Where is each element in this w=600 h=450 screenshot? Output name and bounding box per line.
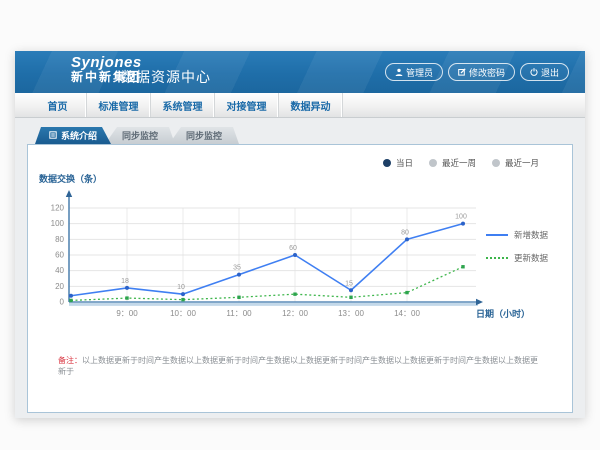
radio-today[interactable]: 当日	[383, 157, 413, 169]
nav-item-data-changes[interactable]: 数据异动	[279, 93, 343, 117]
document-icon	[49, 131, 57, 141]
content-area: 系统介绍 同步监控 同步监控 当日 最近一周	[15, 118, 585, 418]
data-point-label: 100	[455, 214, 467, 221]
data-point-label: 10	[177, 284, 185, 291]
legend-new-data[interactable]: 新增数据	[486, 229, 548, 241]
x-axis-arrow-icon	[476, 299, 483, 305]
update-data-line	[71, 267, 463, 301]
x-tick-label: 14：00	[394, 309, 420, 318]
tab-sync-monitor-2[interactable]: 同步监控	[169, 127, 239, 144]
y-tick-label: 40	[55, 266, 64, 275]
x-tick-label: 9：00	[116, 309, 138, 318]
y-tick-label: 100	[51, 219, 65, 228]
data-point-marker	[349, 288, 353, 292]
app-header: Synjones 新中新集团 数据资源中心 管理员 修改密码	[15, 51, 585, 93]
change-password-label: 修改密码	[469, 66, 505, 79]
data-point-marker	[69, 299, 72, 302]
footnote: 备注：以上数据更新于时间产生数据以上数据更新于时间产生数据以上数据更新于时间产生…	[28, 355, 572, 377]
data-point-marker	[125, 286, 129, 290]
data-point-marker	[181, 298, 184, 301]
y-tick-label: 120	[51, 204, 65, 213]
radio-last-month-label: 最近一月	[505, 157, 539, 169]
data-point-marker	[237, 273, 241, 277]
user-area: 管理员 修改密码 退出	[385, 63, 569, 81]
solid-line-icon	[486, 234, 508, 236]
radio-last-week-label: 最近一周	[442, 157, 476, 169]
data-point-label: 15	[345, 280, 353, 287]
radio-today-label: 当日	[396, 157, 413, 169]
nav-item-standard-mgmt[interactable]: 标准管理	[87, 93, 151, 117]
data-point-marker	[461, 222, 465, 226]
tab-sync-monitor-1[interactable]: 同步监控	[105, 127, 175, 144]
data-point-marker	[405, 237, 409, 241]
page: Synjones 新中新集团 数据资源中心 管理员 修改密码	[0, 0, 600, 450]
admin-user-button[interactable]: 管理员	[385, 63, 443, 81]
y-tick-label: 0	[60, 298, 65, 307]
y-axis-arrow-icon	[66, 190, 72, 197]
power-icon	[530, 68, 538, 76]
main-nav: 首页 标准管理 系统管理 对接管理 数据异动	[15, 93, 585, 118]
admin-user-label: 管理员	[406, 66, 433, 79]
x-axis-title: 日期（小时）	[476, 308, 530, 319]
x-tick-label: 11：00	[226, 309, 252, 318]
page-title: 数据资源中心	[121, 67, 211, 87]
data-point-label: 80	[401, 229, 409, 236]
data-point-label: 18	[121, 278, 129, 285]
logout-label: 退出	[541, 66, 559, 79]
x-tick-label: 10：00	[170, 309, 196, 318]
legend-update-data-label: 更新数据	[514, 252, 548, 264]
data-point-marker	[69, 294, 73, 298]
tab-system-intro[interactable]: 系统介绍	[35, 127, 111, 144]
dotted-line-icon	[486, 257, 508, 259]
y-axis-title: 数据交换（条）	[39, 172, 102, 185]
logout-button[interactable]: 退出	[520, 63, 569, 81]
data-point-marker	[461, 265, 464, 268]
nav-item-home[interactable]: 首页	[29, 93, 87, 117]
tab-sync-monitor-2-label: 同步监控	[186, 129, 222, 142]
data-point-marker	[125, 296, 128, 299]
footnote-text: 以上数据更新于时间产生数据以上数据更新于时间产生数据以上数据更新于时间产生数据以…	[58, 356, 538, 376]
edit-icon	[458, 68, 466, 76]
data-point-marker	[349, 296, 352, 299]
data-point-label: 60	[289, 245, 297, 252]
tab-system-intro-label: 系统介绍	[61, 129, 97, 142]
nav-item-interface-mgmt[interactable]: 对接管理	[215, 93, 279, 117]
radio-dot-icon	[383, 159, 391, 167]
change-password-button[interactable]: 修改密码	[448, 63, 515, 81]
data-point-marker	[405, 291, 408, 294]
y-tick-label: 60	[55, 251, 64, 260]
data-point-marker	[293, 253, 297, 257]
radio-last-week[interactable]: 最近一周	[429, 157, 476, 169]
radio-dot-icon	[429, 159, 437, 167]
data-point-marker	[293, 292, 296, 295]
app-window: Synjones 新中新集团 数据资源中心 管理员 修改密码	[15, 51, 585, 418]
y-tick-label: 20	[55, 282, 64, 291]
chart-panel: 当日 最近一周 最近一月 数据交换（条） 0 20 40 60 80 100 120 18 10…	[27, 144, 573, 413]
tab-sync-monitor-1-label: 同步监控	[122, 129, 158, 142]
data-point-label: 35	[233, 265, 241, 272]
footnote-label: 备注：	[58, 356, 82, 365]
time-range-filter: 当日 最近一周 最近一月	[383, 157, 539, 169]
legend-update-data[interactable]: 更新数据	[486, 252, 548, 264]
radio-last-month[interactable]: 最近一月	[492, 157, 539, 169]
data-point-marker	[237, 296, 240, 299]
user-icon	[395, 68, 403, 76]
tab-bar: 系统介绍 同步监控 同步监控	[35, 127, 239, 144]
x-tick-label: 12：00	[282, 309, 308, 318]
legend-new-data-label: 新增数据	[514, 229, 548, 241]
x-tick-label: 13：00	[338, 309, 364, 318]
nav-item-system-mgmt[interactable]: 系统管理	[151, 93, 215, 117]
y-tick-label: 80	[55, 235, 64, 244]
data-point-marker	[181, 292, 185, 296]
radio-dot-icon	[492, 159, 500, 167]
chart-legend: 新增数据 更新数据	[486, 229, 548, 264]
